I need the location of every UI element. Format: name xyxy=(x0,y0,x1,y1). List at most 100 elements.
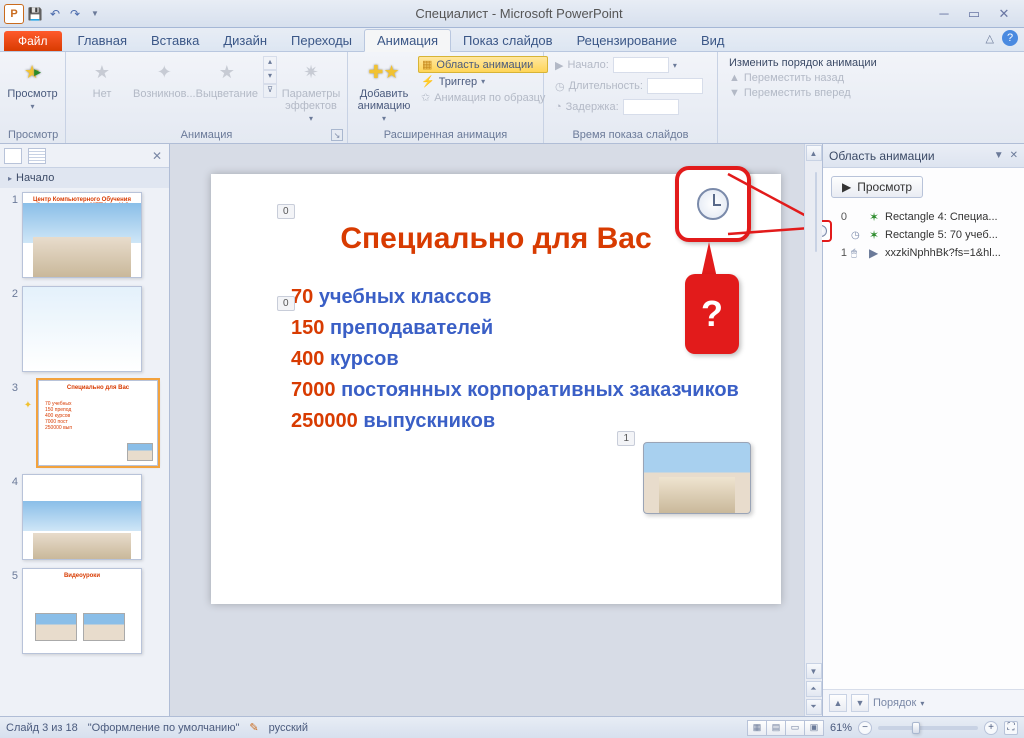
zoom-in-button[interactable]: + xyxy=(984,721,998,735)
file-tab[interactable]: Файл xyxy=(4,31,62,51)
clock-icon xyxy=(697,188,729,220)
trigger-button[interactable]: ⚡Триггер▾ xyxy=(418,74,548,89)
gallery-more-icon[interactable]: ⊽ xyxy=(263,84,277,98)
spellcheck-icon[interactable]: ✎ xyxy=(249,721,258,734)
animation-item[interactable]: ◷ ✶ Rectangle 5: 70 учеб... xyxy=(831,226,1016,244)
undo-icon[interactable]: ↶ xyxy=(46,5,64,23)
anim-order-badge[interactable]: 1 xyxy=(617,431,635,446)
slide-thumbnail[interactable]: ЛУЧШИЙ КОМПЬЮТЕРНЫЙ xyxy=(22,286,142,372)
group-label-timing: Время показа слайдов xyxy=(552,129,709,141)
clock-icon: ◔ xyxy=(555,101,562,113)
slide-thumbnail[interactable]: Видеоуроки xyxy=(22,568,142,654)
slide-image[interactable] xyxy=(643,442,751,514)
window-controls: ─ ▭ ✕ xyxy=(934,6,1020,22)
scroll-down-icon[interactable]: ▼ xyxy=(806,663,822,679)
slideshow-view-icon[interactable]: ▣ xyxy=(804,720,824,736)
duration-field[interactable]: ◷Длительность: xyxy=(552,77,706,95)
quick-access-toolbar: P 💾 ↶ ↷ ▼ xyxy=(4,4,104,24)
tab-insert[interactable]: Вставка xyxy=(139,30,211,51)
zoom-value[interactable]: 61% xyxy=(830,722,852,734)
close-panel-icon[interactable]: ✕ xyxy=(149,148,165,164)
collapse-ribbon-icon[interactable]: △ xyxy=(986,32,994,45)
pane-close-icon[interactable]: ✕ xyxy=(1010,150,1018,161)
scrollbar-thumb[interactable] xyxy=(815,172,817,252)
tab-animations[interactable]: Анимация xyxy=(364,29,451,52)
outline-tab-icon[interactable] xyxy=(28,148,46,164)
theme-name[interactable]: "Оформление по умолчанию" xyxy=(88,722,240,734)
gallery-down-icon[interactable]: ▾ xyxy=(263,70,277,84)
reading-view-icon[interactable]: ▭ xyxy=(785,720,805,736)
tab-home[interactable]: Главная xyxy=(66,30,139,51)
scroll-up-icon[interactable]: ▲ xyxy=(806,145,822,161)
slides-tab-icon[interactable] xyxy=(4,148,22,164)
effect-options-icon: ✷ xyxy=(297,58,325,86)
star-icon: ✦ xyxy=(150,58,178,86)
anim-fade-button[interactable]: ★ Выцветание xyxy=(199,56,255,102)
slide-thumbnail[interactable]: Центр Компьютерного Обучения «Специалист… xyxy=(22,192,142,278)
qat-dropdown-icon[interactable]: ▼ xyxy=(86,5,104,23)
zoom-out-button[interactable]: − xyxy=(858,721,872,735)
slide-body[interactable]: 70 учебных классов 150 преподавателей 40… xyxy=(291,286,741,433)
tab-view[interactable]: Вид xyxy=(689,30,737,51)
delay-field[interactable]: ◔Задержка: xyxy=(552,98,706,116)
section-header[interactable]: ▸Начало xyxy=(0,168,169,188)
anim-order-badge[interactable]: 0 xyxy=(277,296,295,311)
zoom-slider[interactable] xyxy=(878,726,978,730)
next-slide-icon[interactable]: ⏷ xyxy=(806,699,822,715)
animation-pane-button[interactable]: ▦Область анимации xyxy=(418,56,548,73)
preview-button[interactable]: ▶Просмотр xyxy=(831,176,923,198)
tab-review[interactable]: Рецензирование xyxy=(565,30,689,51)
sorter-view-icon[interactable]: ▤ xyxy=(766,720,786,736)
thumbnail-item[interactable]: 3 ✦ Специально для Вас 70 учебных150 пре… xyxy=(4,380,165,466)
animation-item[interactable]: 1 🖱 ▶ xxzkiNphhBk?fs=1&hl... xyxy=(831,244,1016,262)
add-animation-button[interactable]: ✚★ Добавить анимацию ▾ xyxy=(356,56,412,125)
maximize-icon[interactable]: ▭ xyxy=(964,6,984,22)
add-animation-icon: ✚★ xyxy=(370,58,398,86)
pane-dropdown-icon[interactable]: ▼ xyxy=(994,150,1004,161)
start-dropdown[interactable]: ▶Начало:▾ xyxy=(552,56,706,74)
save-icon[interactable]: 💾 xyxy=(26,5,44,23)
preview-button[interactable]: ★▶ Просмотр ▾ xyxy=(5,56,61,113)
callout-zoom-icon xyxy=(675,166,751,242)
redo-icon[interactable]: ↷ xyxy=(66,5,84,23)
group-launcher-icon[interactable]: ↘ xyxy=(331,129,343,141)
tab-design[interactable]: Дизайн xyxy=(211,30,279,51)
main-area: ✕ ▸Начало 1 Центр Компьютерного Обучения… xyxy=(0,144,1024,716)
slide-editor[interactable]: 0 Специально для Вас 0 70 учебных классо… xyxy=(170,144,822,716)
thumbnail-item[interactable]: 1 Центр Компьютерного Обучения «Специали… xyxy=(4,192,165,278)
reorder-down-button[interactable]: ▼ xyxy=(851,694,869,712)
group-label-preview: Просмотр xyxy=(8,129,57,141)
app-icon[interactable]: P xyxy=(4,4,24,24)
move-earlier-button[interactable]: ▲Переместить назад xyxy=(726,71,880,85)
help-icon[interactable]: ? xyxy=(1002,30,1018,46)
vertical-scrollbar[interactable]: ▲ ▼ ⏶ ⏷ xyxy=(804,144,822,716)
normal-view-icon[interactable]: ▦ xyxy=(747,720,767,736)
slide-thumbnail[interactable] xyxy=(22,474,142,560)
slide-thumbnail[interactable]: Специально для Вас 70 учебных150 препод4… xyxy=(38,380,158,466)
effect-options-button[interactable]: ✷ Параметры эффектов ▾ xyxy=(283,56,339,125)
move-later-button[interactable]: ▼Переместить вперед xyxy=(726,86,880,100)
thumbnail-item[interactable]: 4 xyxy=(4,474,165,560)
reorder-up-button[interactable]: ▲ xyxy=(829,694,847,712)
language-indicator[interactable]: русский xyxy=(269,722,308,734)
anim-none-button[interactable]: ★ Нет xyxy=(74,56,130,102)
minimize-icon[interactable]: ─ xyxy=(934,6,954,22)
close-icon[interactable]: ✕ xyxy=(994,6,1014,22)
ribbon: ★▶ Просмотр ▾ Просмотр ★ Нет ✦ Возникнов… xyxy=(0,52,1024,144)
slide-thumbnails-panel: ✕ ▸Начало 1 Центр Компьютерного Обучения… xyxy=(0,144,170,716)
anim-order-badge[interactable]: 0 xyxy=(277,204,295,219)
gallery-up-icon[interactable]: ▴ xyxy=(263,56,277,70)
animation-item[interactable]: 0 ✶ Rectangle 4: Специа... xyxy=(831,208,1016,226)
animation-painter-button[interactable]: ✩Анимация по образцу xyxy=(418,90,548,105)
fit-window-icon[interactable]: ⛶ xyxy=(1004,721,1018,735)
slide-canvas[interactable]: 0 Специально для Вас 0 70 учебных классо… xyxy=(211,174,781,604)
slide-counter[interactable]: Слайд 3 из 18 xyxy=(6,722,78,734)
tab-transitions[interactable]: Переходы xyxy=(279,30,364,51)
slide-title[interactable]: Специально для Вас xyxy=(251,222,741,256)
preview-label: Просмотр xyxy=(7,88,57,100)
prev-slide-icon[interactable]: ⏶ xyxy=(806,681,822,697)
tab-slideshow[interactable]: Показ слайдов xyxy=(451,30,565,51)
thumbnail-item[interactable]: 5 Видеоуроки xyxy=(4,568,165,654)
thumbnail-item[interactable]: 2 ЛУЧШИЙ КОМПЬЮТЕРНЫЙ xyxy=(4,286,165,372)
anim-appear-button[interactable]: ✦ Возникнов... xyxy=(136,56,193,102)
